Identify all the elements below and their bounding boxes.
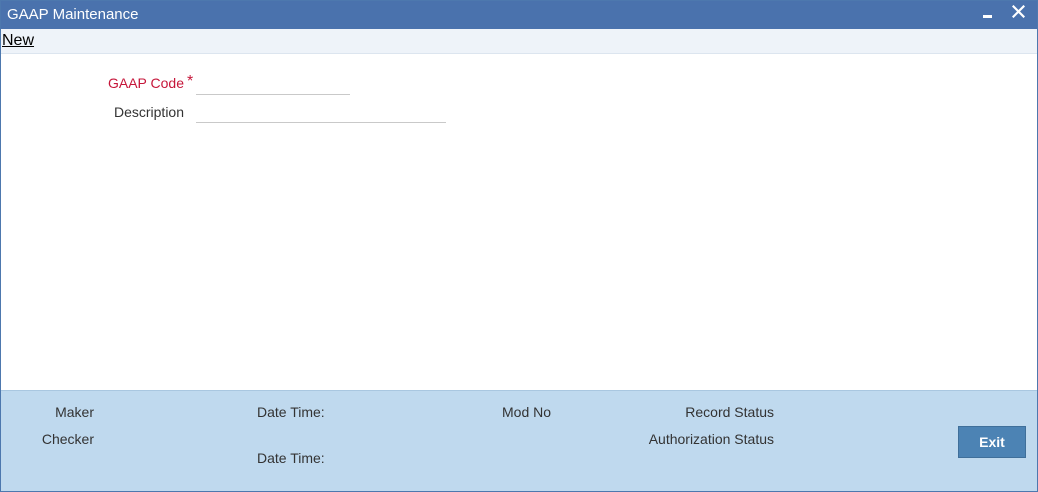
record-status-label: Record Status [685,404,774,420]
description-label: Description [113,104,184,120]
gaap-code-label: GAAP Code [107,75,184,91]
maker-label: Maker [55,404,94,420]
minimize-icon [983,15,992,18]
minimize-button[interactable] [977,1,999,29]
title-bar: GAAP Maintenance [1,1,1037,29]
toolbar: New [1,29,1037,54]
close-icon [1012,5,1025,18]
gaap-code-input[interactable] [196,74,350,95]
authorization-status-label: Authorization Status [648,431,774,447]
description-input[interactable] [196,102,446,123]
audit-footer: Maker Checker Date Time: Date Time: Mod … [1,390,1037,491]
window-title: GAAP Maintenance [7,6,139,23]
required-indicator: * [187,73,194,90]
mod-no-label: Mod No [502,404,552,420]
new-button[interactable]: New [2,32,34,50]
checker-date-time-label: Date Time: [257,450,325,466]
checker-label: Checker [41,431,94,447]
exit-button[interactable]: Exit [958,426,1026,458]
maker-date-time-label: Date Time: [257,404,325,420]
gaap-maintenance-window: GAAP Maintenance New GAAP Code * Descrip… [0,0,1038,492]
close-button[interactable] [1008,1,1030,29]
